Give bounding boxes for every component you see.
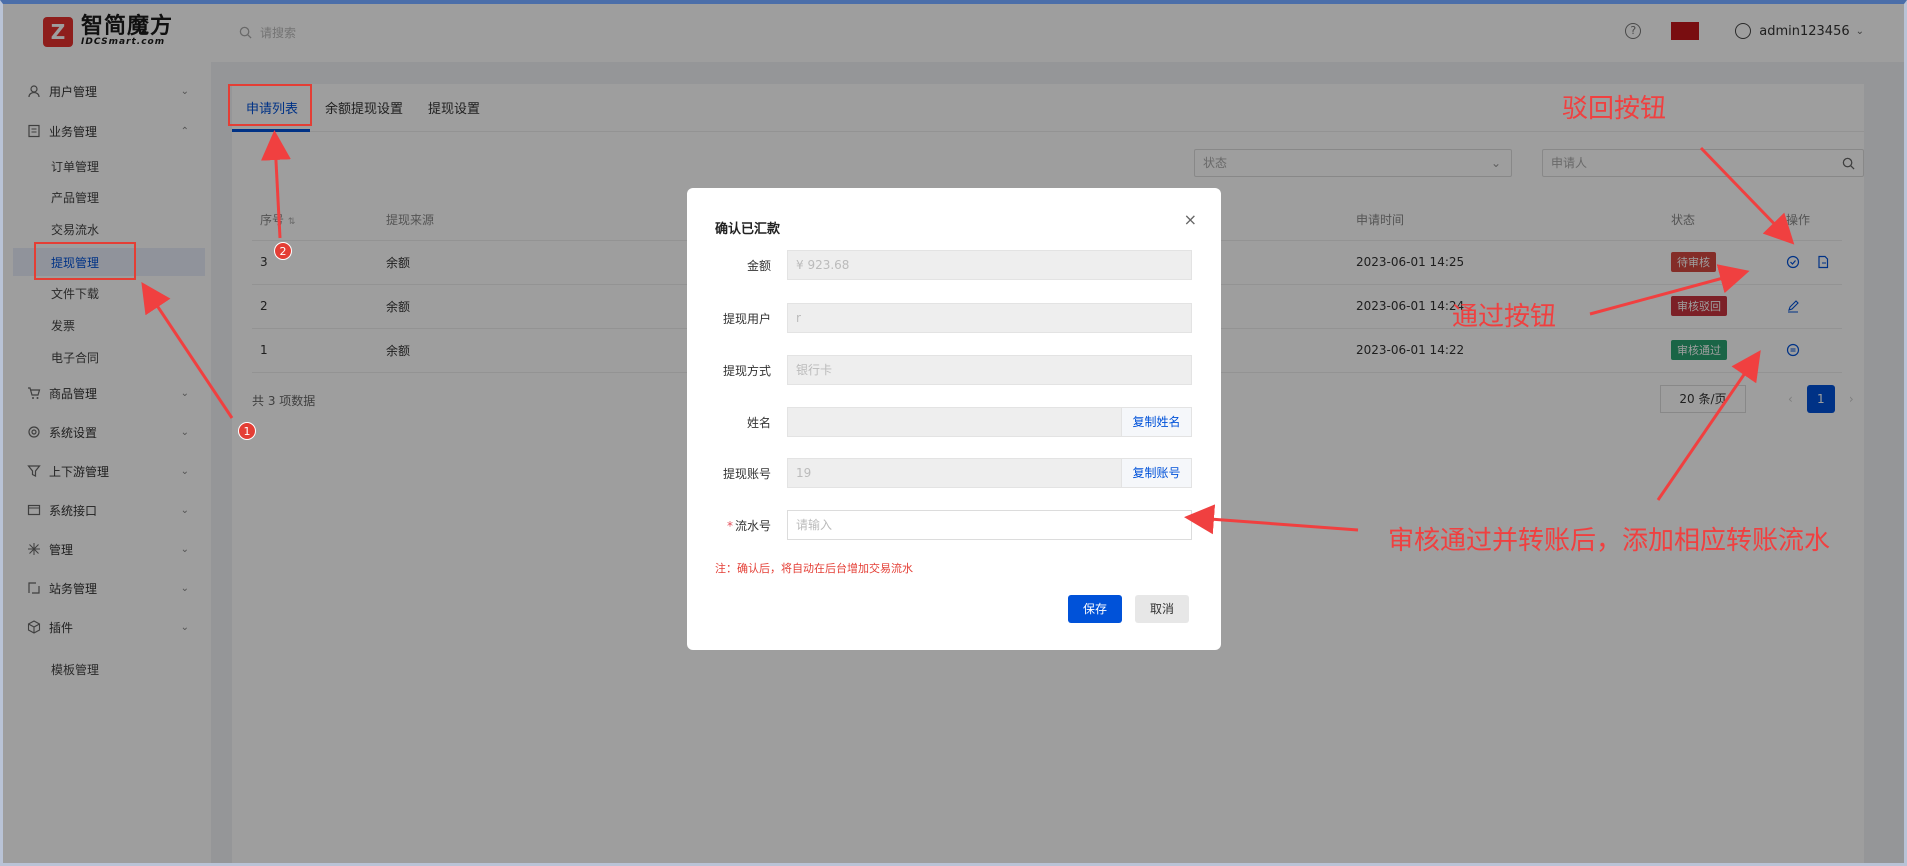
confirm-remit-dialog: 确认已汇款 × 金额 ¥ 923.68 提现用户 r 提现方式 银行卡 姓名 复…: [687, 188, 1221, 650]
amount-field: ¥ 923.68: [787, 250, 1192, 280]
field-serial: * 流水号 请输入: [687, 510, 1221, 540]
dialog-title: 确认已汇款: [715, 222, 781, 237]
withdraw-user-field: r: [787, 303, 1192, 333]
required-asterisk: *: [726, 519, 733, 533]
save-button[interactable]: 保存: [1068, 595, 1122, 623]
copy-name-button[interactable]: 复制姓名: [1121, 408, 1191, 436]
copy-account-button[interactable]: 复制账号: [1121, 459, 1191, 487]
field-account: 提现账号 19 复制账号: [687, 458, 1221, 488]
field-amount: 金额 ¥ 923.68: [687, 250, 1221, 280]
annotation-approve: 通过按钮: [1452, 302, 1557, 332]
annotation-reject: 驳回按钮: [1562, 94, 1667, 124]
account-field: 19 复制账号: [787, 458, 1192, 488]
field-label: 提现方式: [722, 364, 771, 378]
serial-number-input[interactable]: 请输入: [787, 510, 1192, 540]
annotation-flow: 审核通过并转账后，添加相应转账流水: [1388, 526, 1831, 556]
field-label: 提现账号: [722, 467, 771, 481]
field-user: 提现用户 r: [687, 303, 1221, 333]
field-label: * 流水号: [726, 519, 771, 533]
step-badge-1: 1: [238, 422, 256, 440]
highlight-box-sidebar: [34, 242, 136, 280]
name-field: 复制姓名: [787, 407, 1192, 437]
field-label: 金额: [746, 259, 771, 273]
step-badge-2: 2: [274, 242, 292, 260]
withdraw-method-field: 银行卡: [787, 355, 1192, 385]
close-icon[interactable]: ×: [1184, 210, 1197, 229]
field-method: 提现方式 银行卡: [687, 355, 1221, 385]
highlight-box-tab: [228, 84, 312, 126]
field-name: 姓名 复制姓名: [687, 407, 1221, 437]
account-value: 19: [796, 466, 812, 480]
cancel-button[interactable]: 取消: [1135, 595, 1189, 623]
field-label: 提现用户: [722, 312, 771, 326]
field-label: 姓名: [746, 416, 771, 430]
dialog-note: 注：确认后，将自动在后台增加交易流水: [715, 562, 913, 575]
